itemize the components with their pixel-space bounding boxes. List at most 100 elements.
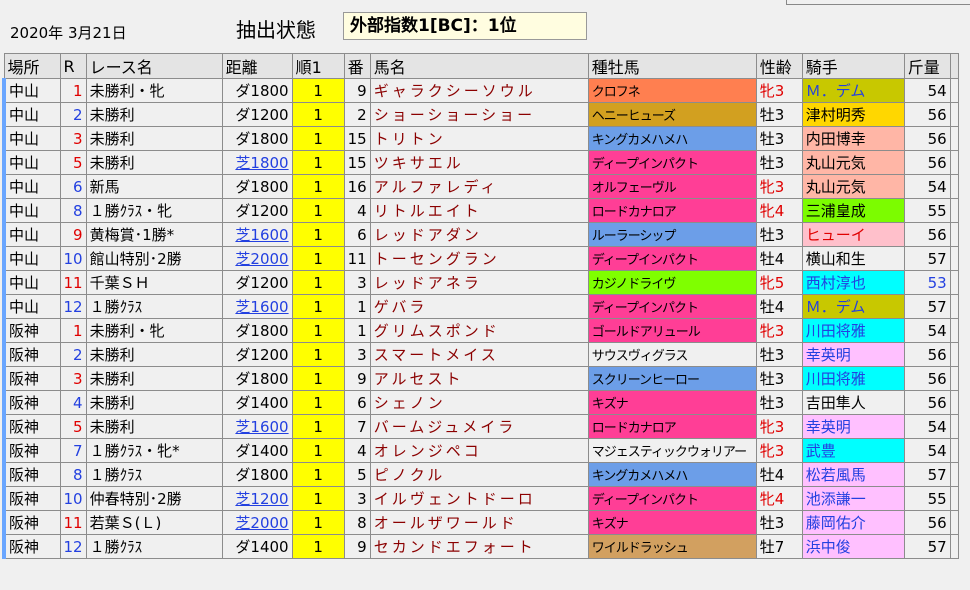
table-row[interactable]: 中山 5 未勝利 芝1800 1 15 ツキサエル ディープインパクト 牡3 丸山元気 56 <box>2 150 959 175</box>
col-weight-header[interactable]: 斤量 <box>903 53 951 79</box>
table-row[interactable]: 阪神 10 仲春特別･2勝 芝1200 1 3 イルヴェントドーロ ディープインパクト 牝4 池添… <box>2 486 959 511</box>
col-sex-age-header[interactable]: 性齢 <box>755 53 803 79</box>
distance-cell: ダ1200 <box>221 102 293 127</box>
sex-age-cell: 牝5 <box>755 270 803 295</box>
distance-cell: ダ1400 <box>221 390 293 415</box>
sex-age-cell: 牡3 <box>755 510 803 535</box>
col-distance-header[interactable]: 距離 <box>221 53 293 79</box>
col-jockey-header[interactable]: 騎手 <box>801 53 905 79</box>
race-results-grid: 場所 R レース名 距離 順1 番馬名 種牡馬 性齢 騎手 斤量 中山 1 未勝利・牝 ダ1800 1 9 ギ… <box>2 53 959 559</box>
jockey-cell: 内田博幸 <box>801 126 905 151</box>
col-rank-header[interactable]: 順1 <box>291 53 345 79</box>
distance-cell: ダ1800 <box>221 78 293 103</box>
place-cell: 阪神 <box>2 438 61 463</box>
col-horse-name-header[interactable]: 馬名 <box>369 53 589 79</box>
race-number-cell: 11 <box>59 510 87 535</box>
grid-edge <box>949 126 959 151</box>
table-row[interactable]: 中山 8 １勝ｸﾗｽ・牝 ダ1200 1 4 リトルエイト ロードカナロア 牝4 三浦皇成 55 <box>2 198 959 223</box>
grid-edge <box>949 53 959 79</box>
place-cell: 阪神 <box>2 318 61 343</box>
filter-value-box[interactable]: 外部指数1[BC]：1位 <box>343 12 587 40</box>
table-row[interactable]: 阪神 11 若葉Ｓ(Ｌ) 芝2000 1 8 オールザワールド キズナ 牡3 藤岡佑介 56 <box>2 510 959 535</box>
table-row[interactable]: 中山 1 未勝利・牝 ダ1800 1 9 ギャラクシーソウル クロフネ 牝3 Ｍ．デム 54 <box>2 78 959 103</box>
grid-edge <box>949 390 959 415</box>
sex-age-cell: 牡4 <box>755 294 803 319</box>
table-row[interactable]: 中山 2 未勝利 ダ1200 1 2 ショーショーショー ヘニーヒューズ 牡3 津村明秀 56 <box>2 102 959 127</box>
place-cell: 阪神 <box>2 510 61 535</box>
place-cell: 中山 <box>2 102 61 127</box>
grid-edge <box>949 318 959 343</box>
distance-cell: ダ1800 <box>221 462 293 487</box>
distance-cell: ダ1800 <box>221 318 293 343</box>
race-number-cell: 12 <box>59 534 87 559</box>
table-row[interactable]: 阪神 2 未勝利 ダ1200 1 3 スマートメイス サウスヴィグラス 牡3 幸英明 56 <box>2 342 959 367</box>
table-row[interactable]: 阪神 7 １勝ｸﾗｽ・牝* ダ1400 1 4 オレンジペコ マジェスティックウォリアー 牝3 武… <box>2 438 959 463</box>
col-place-header[interactable]: 場所 <box>3 53 61 79</box>
col-race-name-header[interactable]: レース名 <box>85 53 223 79</box>
horse-number-cell: 3 <box>343 342 371 367</box>
place-cell: 中山 <box>2 294 61 319</box>
horse-name-cell: シェノン <box>369 390 589 415</box>
table-row[interactable]: 中山 10 館山特別･2勝 芝2000 1 11 トーセングラン ディープインパクト 牡4 横山和… <box>2 246 959 271</box>
place-cell: 中山 <box>2 198 61 223</box>
race-number-cell: 1 <box>59 318 87 343</box>
horse-number-cell: 4 <box>343 198 371 223</box>
distance-cell: ダ1200 <box>221 198 293 223</box>
horse-name-cell: アルセスト <box>369 366 589 391</box>
table-row[interactable]: 阪神 8 １勝ｸﾗｽ ダ1800 1 5 ピノクル キングカメハメハ 牡4 松若風馬 57 <box>2 462 959 487</box>
horse-number-cell: 9 <box>343 366 371 391</box>
horse-number-cell: 3 <box>343 270 371 295</box>
sex-age-cell: 牡4 <box>755 246 803 271</box>
horse-number-cell: 7 <box>343 414 371 439</box>
horse-number-cell: 15 <box>343 150 371 175</box>
jockey-cell: 三浦皇成 <box>801 198 905 223</box>
place-cell: 阪神 <box>2 342 61 367</box>
sire-cell: スクリーンヒーロー <box>587 366 757 391</box>
table-row[interactable]: 阪神 12 １勝ｸﾗｽ ダ1400 1 9 セカンドエフォート ワイルドラッシュ 牡7 浜中俊 57 <box>2 534 959 559</box>
grid-edge <box>949 294 959 319</box>
col-sire-header[interactable]: 種牡馬 <box>587 53 757 79</box>
sex-age-cell: 牡3 <box>755 150 803 175</box>
race-name-cell: 未勝利 <box>85 390 223 415</box>
place-cell: 阪神 <box>2 390 61 415</box>
table-row[interactable]: 中山 12 １勝ｸﾗｽ 芝1600 1 1 ゲバラ ディープインパクト 牡4 Ｍ．デム 57 <box>2 294 959 319</box>
place-cell: 阪神 <box>2 366 61 391</box>
distance-cell: ダ1400 <box>221 438 293 463</box>
distance-cell: ダ1200 <box>221 270 293 295</box>
sire-cell: ヘニーヒューズ <box>587 102 757 127</box>
jockey-cell: 幸英明 <box>801 342 905 367</box>
col-horse-number-header[interactable]: 番 <box>343 53 371 79</box>
sex-age-cell: 牝3 <box>755 318 803 343</box>
rank-cell: 1 <box>291 126 345 151</box>
sire-cell: ルーラーシップ <box>587 222 757 247</box>
race-number-cell: 5 <box>59 150 87 175</box>
table-row[interactable]: 阪神 1 未勝利・牝 ダ1800 1 1 グリムスポンド ゴールドアリュール 牝3 川田将雅 54 <box>2 318 959 343</box>
table-row[interactable]: 阪神 3 未勝利 ダ1800 1 9 アルセスト スクリーンヒーロー 牡3 川田将雅 56 <box>2 366 959 391</box>
place-cell: 中山 <box>2 270 61 295</box>
horse-name-cell: トリトン <box>369 126 589 151</box>
table-row[interactable]: 中山 11 千葉ＳＨ ダ1200 1 3 レッドアネラ カジノドライヴ 牝5 西村淳也 53 <box>2 270 959 295</box>
jockey-cell: 幸英明 <box>801 414 905 439</box>
rank-cell: 1 <box>291 270 345 295</box>
horse-name-cell: ゲバラ <box>369 294 589 319</box>
table-row[interactable]: 阪神 5 未勝利 芝1600 1 7 バームジュメイラ ロードカナロア 牝3 幸英明 54 <box>2 414 959 439</box>
table-row[interactable]: 中山 9 黄梅賞･1勝* 芝1600 1 6 レッドアダン ルーラーシップ 牡3 ヒューイ 56 <box>2 222 959 247</box>
jockey-cell: 西村淳也 <box>801 270 905 295</box>
weight-cell: 55 <box>903 198 951 223</box>
race-name-cell: 未勝利 <box>85 150 223 175</box>
table-row[interactable]: 中山 3 未勝利 ダ1800 1 15 トリトン キングカメハメハ 牡3 内田博幸 56 <box>2 126 959 151</box>
place-cell: 阪神 <box>2 534 61 559</box>
sex-age-cell: 牡3 <box>755 390 803 415</box>
jockey-cell: 浜中俊 <box>801 534 905 559</box>
grid-edge <box>949 222 959 247</box>
rank-cell: 1 <box>291 294 345 319</box>
horse-number-cell: 4 <box>343 438 371 463</box>
table-row[interactable]: 中山 6 新馬 ダ1800 1 16 アルファレディ オルフェーヴル 牝3 丸山元気 54 <box>2 174 959 199</box>
distance-cell: 芝2000 <box>221 246 293 271</box>
table-row[interactable]: 阪神 4 未勝利 ダ1400 1 6 シェノン キズナ 牡3 吉田隼人 56 <box>2 390 959 415</box>
horse-name-cell: トーセングラン <box>369 246 589 271</box>
place-cell: 中山 <box>2 126 61 151</box>
weight-cell: 57 <box>903 294 951 319</box>
col-race-number-header[interactable]: R <box>59 53 87 79</box>
jockey-cell: 吉田隼人 <box>801 390 905 415</box>
